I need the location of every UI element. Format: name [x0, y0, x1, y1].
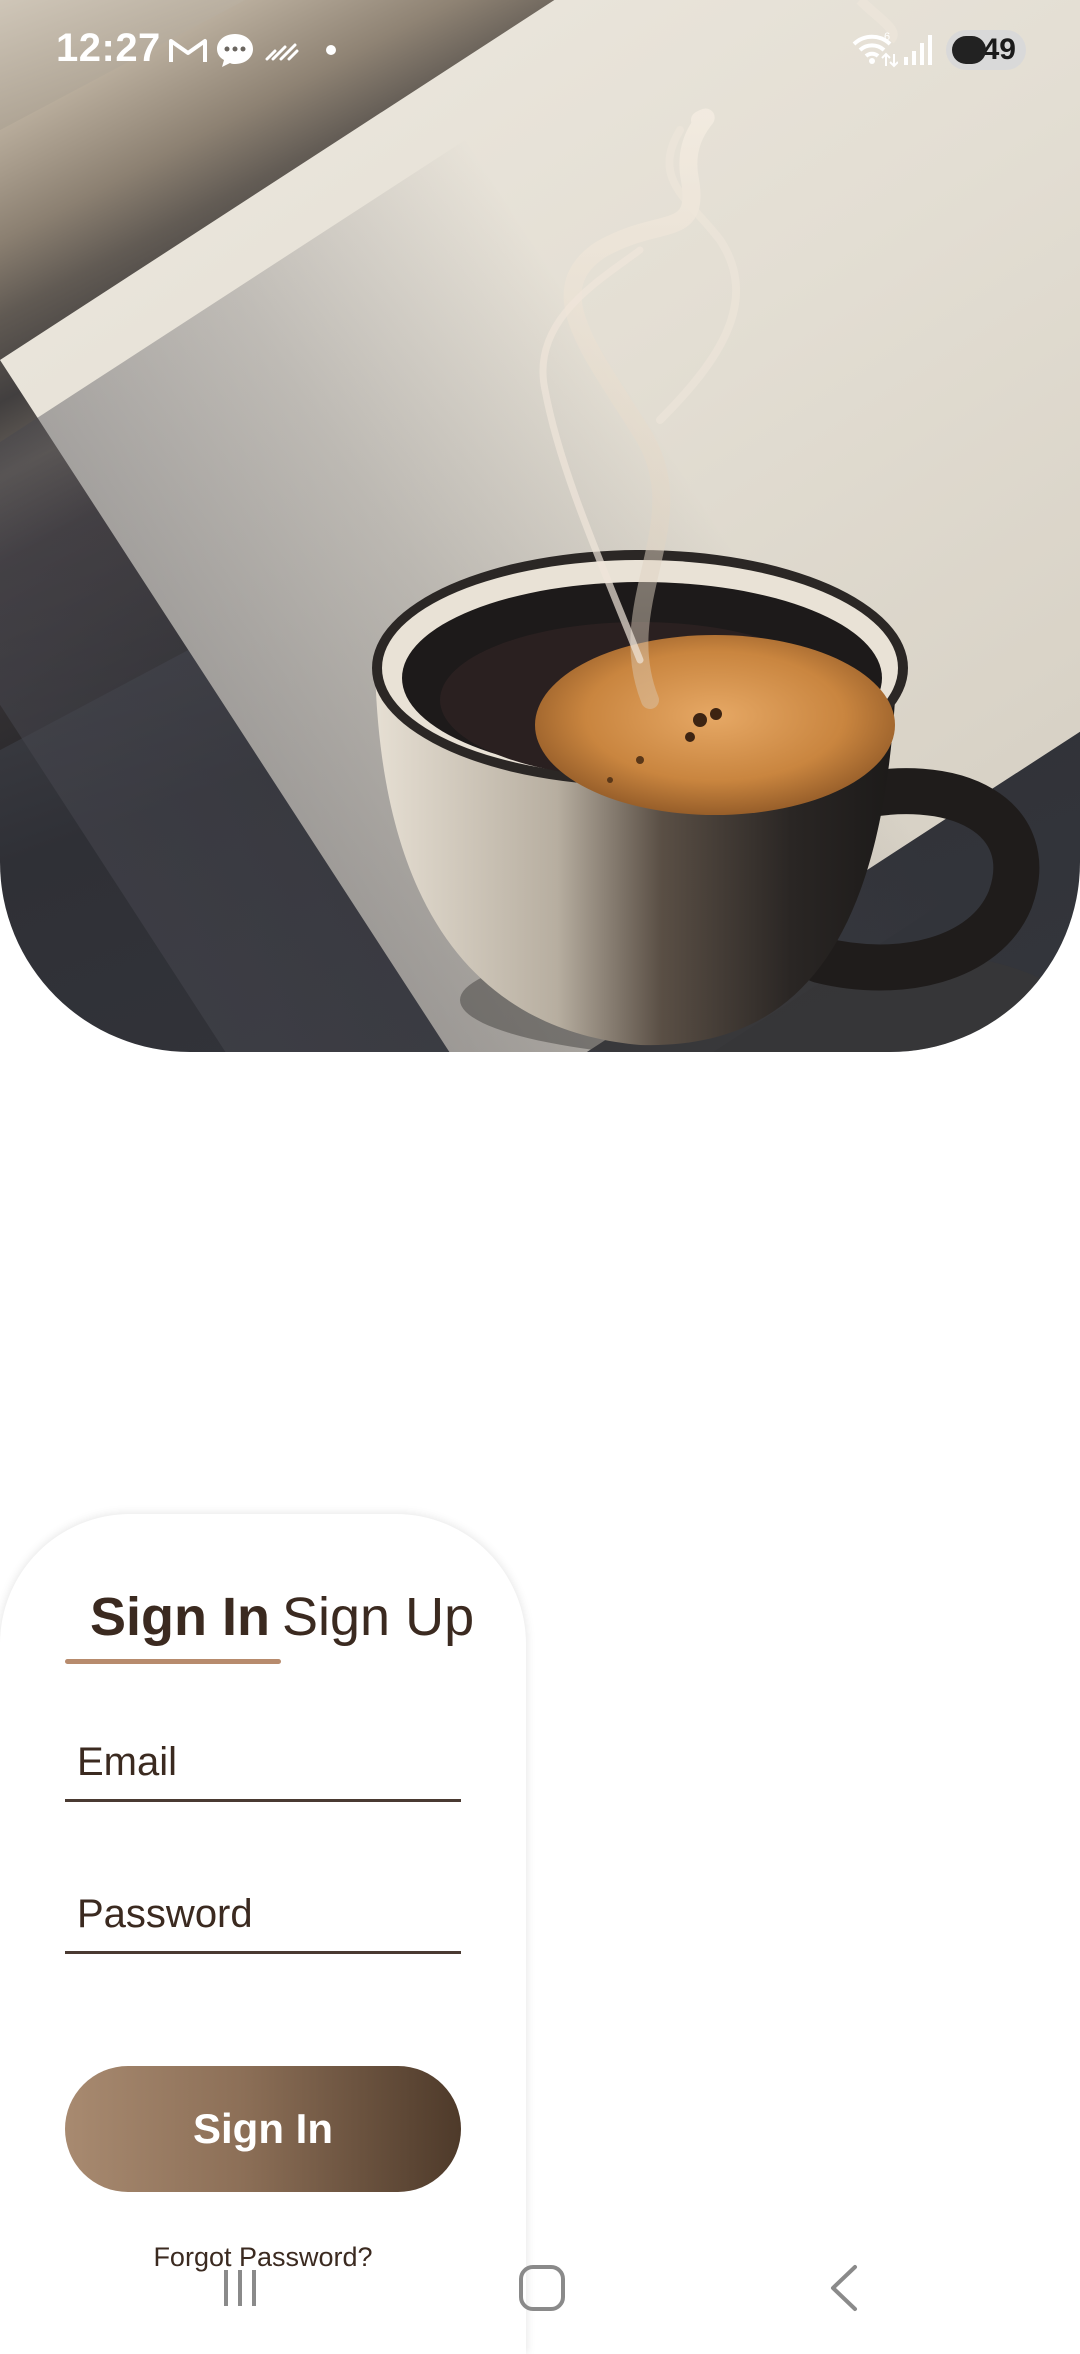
email-field[interactable]: [65, 1740, 461, 1785]
svg-text:6: 6: [884, 31, 890, 43]
dot-icon: [325, 30, 337, 70]
tab-sign-in[interactable]: Sign In: [90, 1586, 270, 1648]
wifi-6-icon: 6: [850, 30, 898, 70]
password-underline: [65, 1951, 461, 1954]
status-time: 12:27: [56, 26, 161, 70]
email-underline: [65, 1799, 461, 1802]
hero-image: [0, 0, 1080, 1052]
battery-icon: 49: [946, 30, 1026, 70]
signal-icon: [902, 30, 934, 70]
back-icon[interactable]: [815, 2258, 875, 2318]
home-icon[interactable]: [512, 2258, 572, 2318]
active-tab-indicator: [65, 1659, 281, 1664]
coffee-cup-illustration: [372, 0, 1060, 1052]
password-field-container: [65, 1892, 461, 1954]
password-field[interactable]: [65, 1892, 461, 1937]
recent-apps-icon[interactable]: [210, 2258, 270, 2318]
status-bar: 12:27 6 49: [0, 0, 1080, 100]
weather-icon: [265, 30, 299, 70]
battery-saver-icon: [952, 36, 986, 64]
tab-sign-up[interactable]: Sign Up: [282, 1586, 474, 1648]
email-field-container: [65, 1740, 461, 1802]
gmail-icon: [168, 30, 208, 70]
navigation-bar: [0, 2230, 1080, 2340]
sign-in-button[interactable]: Sign In: [65, 2066, 461, 2192]
battery-level: 49: [982, 33, 1016, 66]
chat-bubble-icon: [215, 30, 255, 70]
auth-card: Sign In Sign Up Sign In Forgot Password?: [0, 1514, 526, 2354]
